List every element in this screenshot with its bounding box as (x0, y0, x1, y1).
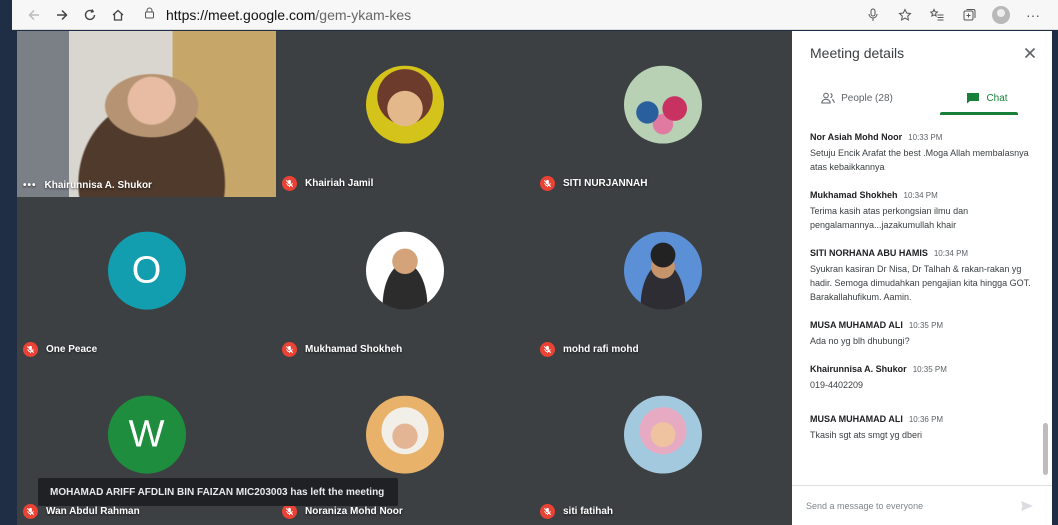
meeting-details-panel: Meeting details People (28) Chat Nor Asi… (792, 31, 1052, 525)
panel-tabs: People (28) Chat (792, 81, 1052, 115)
mic-off-icon (282, 342, 297, 357)
speaking-indicator-icon: ••• (23, 180, 37, 191)
participant-avatar (624, 395, 702, 474)
message-time: 10:33 PM (908, 133, 943, 142)
url-host: https://meet.google.com (166, 6, 316, 23)
message-text: Tkasih sgt ats smgt yg dberi (810, 430, 923, 440)
message-author: Nor Asiah Mohd Noor (810, 132, 903, 142)
meeting-grid: ••• Khairunnisa A. Shukor Khairiah Jamil… (17, 31, 792, 525)
mic-off-icon (540, 176, 555, 191)
address-bar[interactable]: https://meet.google.com/gem-ykam-kes (144, 3, 844, 27)
chat-message: Khairunnisa A. Shukor 10:35 PM 019-440220… (810, 364, 1040, 392)
tab-people-label: People (28) (841, 92, 893, 104)
participant-name: mohd rafi mohd (563, 344, 639, 355)
message-text: 019-4402209 (810, 380, 864, 390)
desktop-frame-left (0, 0, 12, 525)
close-icon[interactable] (1020, 43, 1040, 63)
participant-name: Noraniza Mohd Noor (305, 506, 403, 517)
tab-people[interactable]: People (28) (792, 81, 922, 115)
tab-chat[interactable]: Chat (922, 81, 1052, 115)
message-author: SITI NORHANA ABU HAMIS (810, 248, 928, 258)
mic-off-icon (23, 504, 38, 519)
message-text: Ada no yg blh dhubungi? (810, 336, 910, 346)
microphone-icon[interactable] (860, 2, 886, 28)
panel-title: Meeting details (810, 45, 905, 61)
message-author: MUSA MUHAMAD ALI (810, 414, 903, 424)
send-icon[interactable] (1018, 497, 1036, 515)
participant-name: SITI NURJANNAH (563, 178, 648, 189)
message-time: 10:36 PM (908, 415, 944, 424)
mic-off-icon (540, 342, 555, 357)
mic-off-icon (282, 504, 297, 519)
favorites-list-icon[interactable] (924, 2, 950, 28)
participant-avatar: W (107, 395, 186, 474)
forward-arrow-icon[interactable] (48, 1, 76, 29)
participant-tile[interactable]: mohd rafi mohd (534, 197, 792, 363)
mic-off-icon (282, 176, 297, 191)
back-arrow-icon[interactable] (20, 1, 48, 29)
participant-avatar (366, 231, 444, 310)
message-author: MUSA MUHAMAD ALI (810, 320, 903, 330)
left-meeting-toast: MOHAMAD ARIFF AFDLIN BIN FAIZAN MIC20300… (38, 478, 398, 506)
participant-tile[interactable]: siti fatihah (534, 363, 792, 525)
participant-avatar (366, 395, 444, 474)
participant-avatar: O (107, 231, 186, 310)
message-text: Setuju Encik Arafat the best .Moga Allah… (810, 148, 1029, 172)
mic-off-icon (23, 342, 38, 357)
participant-name: Khairunnisa A. Shukor (44, 180, 152, 191)
chat-message: MUSA MUHAMAD ALI 10:36 PM Tkasih sgt ats … (810, 414, 1040, 442)
participant-avatar (366, 65, 444, 144)
chat-message: Mukhamad Shokheh 10:34 PM Terima kasih at… (810, 190, 1040, 232)
chat-scrollbar[interactable] (1043, 423, 1048, 475)
participant-name: Mukhamad Shokheh (305, 344, 403, 355)
chat-compose: Send a message to everyone (792, 485, 1052, 525)
participant-tile[interactable]: Mukhamad Shokheh (276, 197, 534, 363)
participant-avatar (624, 65, 702, 144)
participant-tile[interactable]: ••• Khairunnisa A. Shukor (17, 31, 276, 197)
browser-toolbar: https://meet.google.com/gem-ykam-kes ··· (12, 0, 1058, 30)
lock-icon (144, 7, 166, 22)
url-path: /gem-ykam-kes (315, 6, 412, 23)
chat-message: MUSA MUHAMAD ALI 10:35 PM Ada no yg blh d… (810, 320, 1040, 348)
more-options-icon[interactable]: ··· (1020, 2, 1046, 28)
collections-icon[interactable] (956, 2, 982, 28)
chat-message: SITI NORHANA ABU HAMIS 10:34 PM Syukran k… (810, 248, 1040, 304)
participant-avatar (624, 231, 702, 310)
message-text: Terima kasih atas perkongsian ilmu dan p… (810, 206, 969, 230)
message-time: 10:34 PM (903, 191, 938, 200)
participant-tile[interactable]: Khairiah Jamil (276, 31, 534, 197)
tab-chat-label: Chat (986, 92, 1008, 104)
refresh-icon[interactable] (76, 1, 104, 29)
participant-name: Khairiah Jamil (305, 178, 374, 189)
participant-name: One Peace (46, 344, 98, 355)
mic-off-icon (540, 504, 555, 519)
chat-icon (967, 93, 980, 104)
message-time: 10:35 PM (908, 321, 944, 330)
participant-tile[interactable]: O One Peace (17, 197, 276, 363)
people-icon (821, 92, 835, 104)
profile-avatar[interactable] (988, 2, 1014, 28)
chat-messages: Nor Asiah Mohd Noor 10:33 PM Setuju Encik… (810, 132, 1040, 458)
participant-name: siti fatihah (563, 506, 614, 517)
message-author: Khairunnisa A. Shukor (810, 364, 907, 374)
message-text: Syukran kasiran Dr Nisa, Dr Talhah & rak… (810, 264, 1031, 302)
home-icon[interactable] (104, 1, 132, 29)
favorite-star-icon[interactable] (892, 2, 918, 28)
participant-tile[interactable]: SITI NURJANNAH (534, 31, 792, 197)
chat-message: Nor Asiah Mohd Noor 10:33 PM Setuju Encik… (810, 132, 1040, 174)
chat-message-input[interactable]: Send a message to everyone (806, 501, 1006, 511)
message-author: Mukhamad Shokheh (810, 190, 898, 200)
message-time: 10:34 PM (933, 249, 969, 258)
participant-name: Wan Abdul Rahman (46, 506, 140, 517)
message-time: 10:35 PM (912, 365, 947, 374)
desktop-frame-right (1052, 31, 1058, 525)
